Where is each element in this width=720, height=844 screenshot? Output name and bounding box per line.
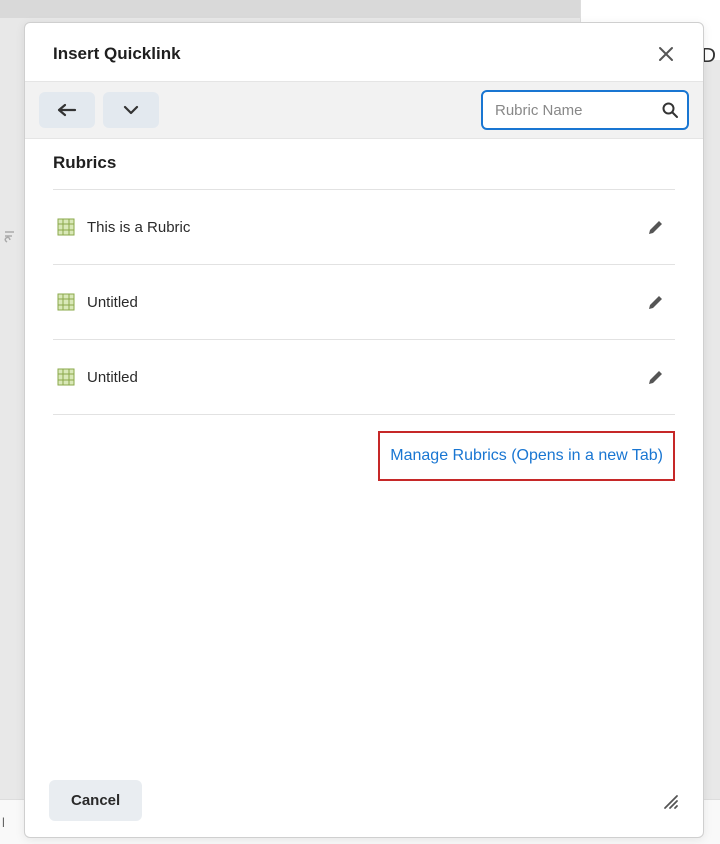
list-item[interactable]: Untitled xyxy=(53,265,675,340)
arrow-left-icon xyxy=(57,103,77,117)
modal-body: Rubrics This is a Rubric Untitled Untit xyxy=(25,139,703,764)
background-bottom-text: l xyxy=(2,815,5,830)
section-title: Rubrics xyxy=(53,153,675,190)
rubric-label: Untitled xyxy=(87,369,641,386)
modal-header: Insert Quicklink xyxy=(25,23,703,81)
background-format-icon xyxy=(2,228,22,252)
chevron-down-icon xyxy=(123,105,139,115)
back-button[interactable] xyxy=(39,92,95,128)
list-item[interactable]: This is a Rubric xyxy=(53,190,675,265)
pencil-icon xyxy=(647,218,665,236)
search-input[interactable] xyxy=(481,90,689,130)
modal-footer: Cancel xyxy=(25,764,703,837)
search-wrap xyxy=(481,90,689,130)
modal-title: Insert Quicklink xyxy=(53,44,181,64)
edit-button[interactable] xyxy=(641,287,671,317)
cancel-button[interactable]: Cancel xyxy=(49,780,142,821)
insert-quicklink-modal: Insert Quicklink Rubrics This is a Rubri… xyxy=(24,22,704,838)
manage-rubrics-link[interactable]: Manage Rubrics (Opens in a new Tab) xyxy=(390,447,663,464)
rubric-icon xyxy=(57,293,75,311)
dropdown-button[interactable] xyxy=(103,92,159,128)
resize-handle-icon[interactable] xyxy=(661,792,679,810)
close-icon xyxy=(657,45,675,63)
rubric-label: This is a Rubric xyxy=(87,219,641,236)
pencil-icon xyxy=(647,293,665,311)
edit-button[interactable] xyxy=(641,212,671,242)
list-item[interactable]: Untitled xyxy=(53,340,675,415)
edit-button[interactable] xyxy=(641,362,671,392)
close-button[interactable] xyxy=(653,41,679,67)
toolbar xyxy=(25,81,703,139)
manage-rubrics-highlight: Manage Rubrics (Opens in a new Tab) xyxy=(378,431,675,481)
rubric-label: Untitled xyxy=(87,294,641,311)
rubric-icon xyxy=(57,218,75,236)
pencil-icon xyxy=(647,368,665,386)
rubric-icon xyxy=(57,368,75,386)
